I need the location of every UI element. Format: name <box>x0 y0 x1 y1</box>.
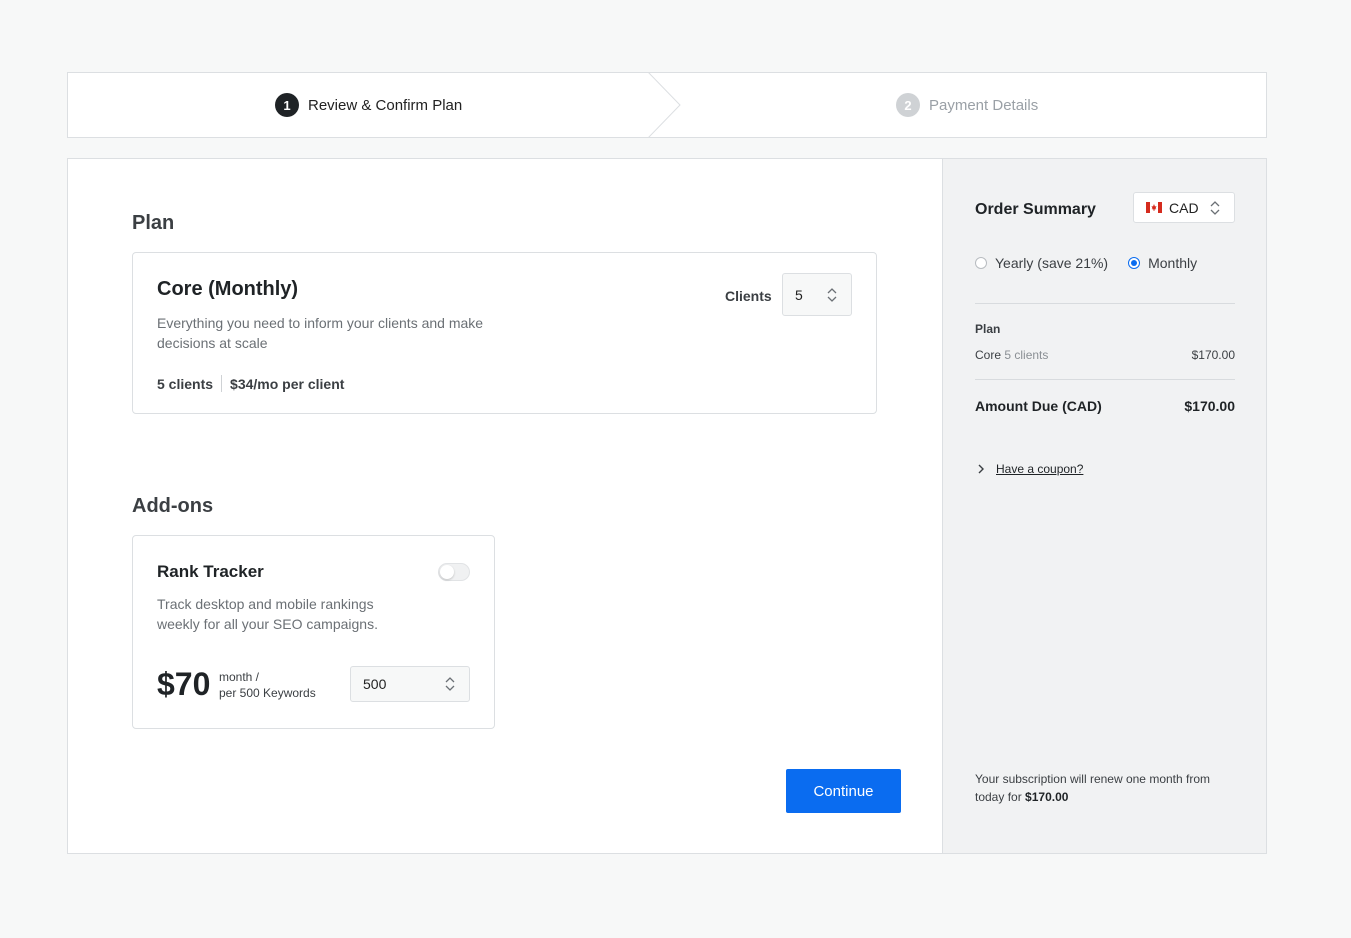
summary-divider <box>975 303 1235 304</box>
addon-period-line1: month / <box>219 670 260 684</box>
step-number: 2 <box>896 93 920 117</box>
coupon-link[interactable]: Have a coupon? <box>996 462 1083 476</box>
amount-due-label: Amount Due (CAD) <box>975 398 1102 414</box>
step-label: Payment Details <box>929 96 1039 114</box>
addon-price-period: month / per 500 Keywords <box>219 669 316 701</box>
checkout-card: Plan Core (Monthly) Everything you need … <box>67 158 1267 854</box>
canada-flag-icon <box>1146 202 1162 213</box>
billing-monthly-option[interactable]: Monthly <box>1128 255 1197 271</box>
chevron-updown-icon <box>827 287 837 302</box>
billing-yearly-label: Yearly (save 21%) <box>995 255 1109 271</box>
addon-toggle[interactable] <box>438 563 470 581</box>
step-review-confirm[interactable]: 1 Review & Confirm Plan <box>275 73 462 137</box>
billing-monthly-label: Monthly <box>1148 255 1198 271</box>
plan-configuration-pane: Plan Core (Monthly) Everything you need … <box>68 159 942 853</box>
plan-meta: 5 clients $34/mo per client <box>157 375 344 392</box>
coupon-toggle[interactable]: Have a coupon? <box>977 462 1083 476</box>
billing-period-options: Yearly (save 21%) Monthly <box>975 255 1197 271</box>
amount-due-value: $170.00 <box>1184 398 1235 414</box>
addon-price: $70 <box>157 666 211 702</box>
renewal-note: Your subscription will renew one month f… <box>975 770 1225 806</box>
clients-value: 5 <box>795 286 803 303</box>
summary-plan-heading: Plan <box>975 322 1001 336</box>
radio-monthly[interactable] <box>1128 257 1141 269</box>
clients-select[interactable]: 5 <box>782 273 852 316</box>
keywords-select[interactable]: 500 <box>350 666 470 702</box>
amount-due-row: Amount Due (CAD) $170.00 <box>975 398 1235 414</box>
currency-value: CAD <box>1169 199 1199 216</box>
order-summary-pane: Order Summary CAD Yearly (save 21%) Mont <box>942 159 1266 853</box>
addons-section-title: Add-ons <box>132 495 214 517</box>
line-item-amount: $170.00 <box>1191 348 1235 362</box>
checkout-stepper: 1 Review & Confirm Plan 2 Payment Detail… <box>67 72 1267 138</box>
step-number: 1 <box>275 93 299 117</box>
renewal-text: Your subscription will renew one month f… <box>975 772 1211 804</box>
plan-name: Core (Monthly) <box>157 278 299 300</box>
summary-line-item: Core 5 clients $170.00 <box>975 348 1235 362</box>
chevron-updown-icon <box>1210 200 1220 215</box>
plan-price-per-client: $34/mo per client <box>230 375 345 392</box>
toggle-knob <box>440 565 454 579</box>
plan-description: Everything you need to inform your clien… <box>157 315 484 351</box>
clients-label: Clients <box>725 288 772 304</box>
meta-divider <box>221 375 223 392</box>
addon-description: Track desktop and mobile rankings weekly… <box>157 596 378 632</box>
keywords-value: 500 <box>363 676 387 692</box>
step-payment-details[interactable]: 2 Payment Details <box>896 73 1038 137</box>
addon-period-line2: per 500 Keywords <box>219 686 316 700</box>
order-summary-title: Order Summary <box>975 201 1096 218</box>
plan-card: Core (Monthly) Everything you need to in… <box>132 252 877 414</box>
addon-name: Rank Tracker <box>157 562 264 581</box>
summary-divider <box>975 379 1235 380</box>
chevron-right-icon <box>978 464 984 474</box>
plan-section-title: Plan <box>132 212 175 234</box>
line-item-detail: 5 clients <box>1004 348 1049 362</box>
renewal-amount: $170.00 <box>1025 790 1069 804</box>
continue-button[interactable]: Continue <box>786 769 901 813</box>
addon-card-rank-tracker: Rank Tracker Track desktop and mobile ra… <box>132 535 495 729</box>
billing-yearly-option[interactable]: Yearly (save 21%) <box>975 255 1108 271</box>
plan-clients-summary: 5 clients <box>157 375 214 392</box>
line-item-name: Core <box>975 348 1002 362</box>
chevron-updown-icon <box>445 677 455 691</box>
currency-select[interactable]: CAD <box>1133 192 1235 223</box>
radio-yearly[interactable] <box>975 257 987 269</box>
step-arrow-icon <box>648 72 681 138</box>
step-label: Review & Confirm Plan <box>308 96 463 114</box>
